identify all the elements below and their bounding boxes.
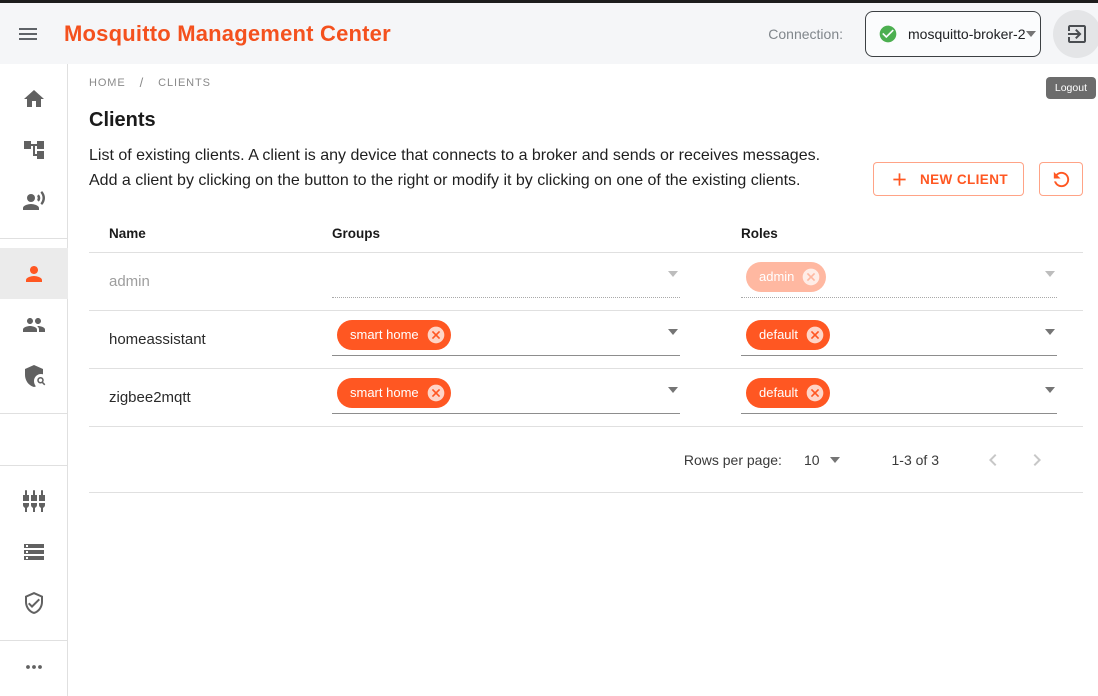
shield-check-icon bbox=[22, 591, 46, 615]
chip-delete-icon[interactable] bbox=[805, 325, 825, 345]
window-top-edge bbox=[0, 0, 1098, 3]
exit-to-app-icon bbox=[1065, 22, 1089, 46]
column-header-groups: Groups bbox=[332, 226, 741, 241]
table-row[interactable]: homeassistant smart home default bbox=[89, 311, 1083, 369]
role-chip[interactable]: default bbox=[746, 320, 830, 350]
plus-icon bbox=[889, 169, 910, 190]
table-row[interactable]: admin admin bbox=[89, 253, 1083, 311]
roles-select[interactable]: default bbox=[741, 376, 1057, 420]
connection-label: Connection: bbox=[768, 26, 843, 42]
broadcast-person-icon bbox=[22, 189, 46, 213]
more-ellipsis-icon bbox=[22, 655, 46, 679]
chevron-down-icon bbox=[830, 457, 840, 463]
breadcrumb-home[interactable]: HOME bbox=[89, 77, 126, 89]
chevron-down-icon bbox=[668, 387, 678, 393]
new-client-button-label: NEW CLIENT bbox=[920, 172, 1008, 187]
page-title: Clients bbox=[89, 109, 1083, 132]
group-chip[interactable]: smart home bbox=[337, 320, 451, 350]
breadcrumb-clients: CLIENTS bbox=[158, 77, 211, 89]
sidebar-item-home[interactable] bbox=[0, 73, 68, 124]
sidebar-item-roles[interactable] bbox=[0, 350, 68, 401]
refresh-icon bbox=[1050, 168, 1073, 191]
roles-select[interactable]: default bbox=[741, 318, 1057, 362]
client-name: zigbee2mqtt bbox=[109, 389, 191, 406]
sidebar-item-connections[interactable] bbox=[0, 175, 68, 226]
table-header-row: Name Groups Roles bbox=[89, 214, 1083, 253]
chevron-down-icon bbox=[1045, 387, 1055, 393]
sidebar-item-groups[interactable] bbox=[0, 299, 68, 350]
role-chip[interactable]: default bbox=[746, 378, 830, 408]
hamburger-menu-button[interactable] bbox=[6, 12, 50, 56]
app-header: Mosquitto Management Center Connection: … bbox=[0, 3, 1098, 64]
column-header-roles: Roles bbox=[741, 226, 1083, 241]
pagination-range: 1-3 of 3 bbox=[892, 452, 939, 468]
main-content: HOME / CLIENTS Clients List of existing … bbox=[69, 64, 1098, 696]
sidebar-item-topology[interactable] bbox=[0, 124, 68, 175]
breadcrumb: HOME / CLIENTS bbox=[89, 75, 1083, 90]
connector-plugs-icon bbox=[22, 489, 46, 513]
connection-select[interactable]: mosquitto-broker-2 bbox=[865, 11, 1041, 57]
app-title: Mosquitto Management Center bbox=[64, 21, 391, 47]
chip-delete-icon[interactable] bbox=[426, 325, 446, 345]
sidebar-item-more[interactable] bbox=[0, 641, 68, 692]
chevron-down-icon bbox=[1045, 329, 1055, 335]
sidebar bbox=[0, 64, 68, 696]
roles-select[interactable]: admin bbox=[741, 260, 1057, 304]
chip-delete-icon[interactable] bbox=[805, 383, 825, 403]
table-row[interactable]: zigbee2mqtt smart home default bbox=[89, 369, 1083, 427]
chevron-down-icon bbox=[1026, 31, 1036, 37]
breadcrumb-separator: / bbox=[140, 75, 145, 90]
check-circle-icon bbox=[878, 24, 898, 44]
connection-value: mosquitto-broker-2 bbox=[908, 26, 1026, 42]
rows-per-page-select[interactable]: 10 bbox=[804, 452, 840, 468]
previous-page-button[interactable] bbox=[971, 438, 1015, 482]
policy-shield-search-icon bbox=[22, 364, 46, 388]
chevron-left-icon bbox=[981, 448, 1005, 472]
home-icon bbox=[22, 87, 46, 111]
groups-select[interactable]: smart home bbox=[332, 318, 680, 362]
page-description: List of existing clients. A client is an… bbox=[89, 143, 824, 193]
client-name: admin bbox=[109, 273, 150, 290]
sidebar-item-logs[interactable] bbox=[0, 526, 68, 577]
storage-list-icon bbox=[22, 540, 46, 564]
groups-select[interactable] bbox=[332, 260, 680, 304]
groups-icon bbox=[22, 313, 46, 337]
chip-delete-icon[interactable] bbox=[426, 383, 446, 403]
group-chip[interactable]: smart home bbox=[337, 378, 451, 408]
logout-tooltip: Logout bbox=[1046, 77, 1096, 99]
clients-table: Name Groups Roles admin admin bbox=[89, 214, 1083, 493]
role-chip[interactable]: admin bbox=[746, 262, 826, 292]
rows-per-page-label: Rows per page: bbox=[684, 452, 782, 468]
rows-per-page-value: 10 bbox=[804, 452, 820, 468]
sidebar-item-connectors[interactable] bbox=[0, 475, 68, 526]
new-client-button[interactable]: NEW CLIENT bbox=[873, 162, 1024, 196]
chevron-right-icon bbox=[1025, 448, 1049, 472]
chevron-down-icon bbox=[1045, 271, 1055, 277]
page-actions: NEW CLIENT bbox=[873, 162, 1083, 196]
column-header-name: Name bbox=[89, 226, 332, 241]
chevron-down-icon bbox=[668, 329, 678, 335]
logout-button[interactable] bbox=[1053, 10, 1098, 58]
refresh-button[interactable] bbox=[1039, 162, 1083, 196]
chip-delete-icon[interactable] bbox=[801, 267, 821, 287]
client-name: homeassistant bbox=[109, 331, 206, 348]
hamburger-menu-icon bbox=[16, 22, 40, 46]
person-icon bbox=[22, 262, 46, 286]
topology-icon bbox=[22, 138, 46, 162]
groups-select[interactable]: smart home bbox=[332, 376, 680, 420]
next-page-button[interactable] bbox=[1015, 438, 1059, 482]
sidebar-item-clients[interactable] bbox=[0, 248, 68, 299]
sidebar-item-security[interactable] bbox=[0, 577, 68, 628]
chevron-down-icon bbox=[668, 271, 678, 277]
table-pagination: Rows per page: 10 1-3 of 3 bbox=[89, 427, 1083, 493]
